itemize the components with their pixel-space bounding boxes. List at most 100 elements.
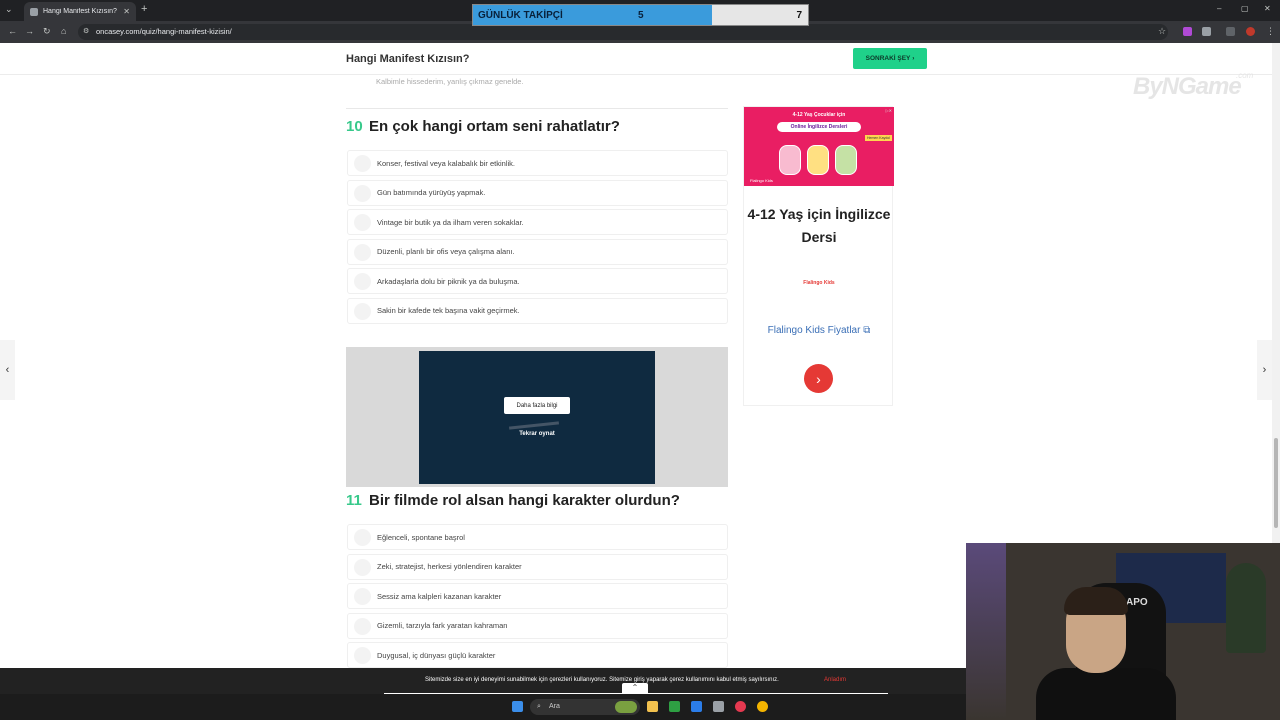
store-icon[interactable] (691, 701, 702, 712)
ad-link[interactable]: Flalingo Kids Fiyatlar ⧉ (744, 325, 894, 336)
answer-label: Duygusal, iç dünyası güçlü karakter (377, 650, 496, 660)
answer-option[interactable]: Vintage bir butik ya da ilham veren soka… (347, 209, 728, 235)
answer-option[interactable]: Arkadaşlarla dolu bir piknik ya da buluş… (347, 268, 728, 294)
next-arrow-icon[interactable]: › (1257, 340, 1272, 400)
ad-child-photo (779, 145, 801, 175)
omnibox[interactable]: ⚙ oncasey.com/quiz/hangi-manifest-kizisi… (78, 24, 1168, 40)
radio-circle[interactable] (354, 214, 371, 231)
app-icon[interactable] (713, 701, 724, 712)
tab-title: Hangi Manifest Kızısın? – Oncasey (43, 8, 118, 15)
ad-child-photo (807, 145, 829, 175)
active-tab[interactable]: Hangi Manifest Kızısın? – Oncasey ✕ (24, 2, 136, 21)
answer-option[interactable]: Gün batımında yürüyüş yapmak. (347, 179, 728, 206)
new-tab-icon[interactable]: + (141, 3, 147, 15)
radio-circle[interactable] (354, 617, 371, 635)
extension-icon[interactable] (1183, 27, 1192, 36)
radio-circle[interactable] (354, 529, 371, 546)
answer-label: Sakin bir kafede tek başına vakit geçirm… (377, 306, 520, 315)
external-link-icon: ⧉ (863, 325, 871, 336)
site-info-icon[interactable]: ⚙ (83, 27, 89, 35)
video-player[interactable]: Daha fazla bilgi Tekrar oynat (419, 351, 655, 484)
answer-option[interactable]: Zeki, stratejist, herkesi yönlendiren ka… (347, 553, 728, 580)
daily-follower-goal: GÜNLÜK TAKİPÇİ 5 7 (472, 4, 809, 26)
ad-banner-tag: Hemen Kaydol (865, 135, 892, 141)
sidebar-ad[interactable]: ▷✕ 4-12 Yaş Çocuklar için Online İngiliz… (743, 106, 894, 406)
radio-circle[interactable] (354, 647, 371, 664)
previous-arrow-icon[interactable]: ‹ (0, 340, 15, 400)
radio-circle[interactable] (354, 155, 371, 172)
taskbar-search-label: Ara (549, 703, 560, 710)
more-info-button[interactable]: Daha fazla bilgi (504, 397, 570, 414)
answer-label: Sessiz ama kalpleri kazanan karakter (377, 591, 502, 601)
spreadsheet-icon[interactable] (669, 701, 680, 712)
close-tab-icon[interactable]: ✕ (123, 7, 130, 16)
answer-label: Gün batımında yürüyüş yapmak. (377, 188, 486, 197)
radio-circle[interactable] (354, 558, 371, 576)
answer-option[interactable]: Eğlenceli, spontane başrol (347, 524, 728, 550)
previous-question-option[interactable]: Kalbimle hissederim, yanlış çıkmaz genel… (376, 77, 524, 86)
maximize-icon[interactable]: ▢ (1241, 4, 1249, 13)
forward-icon[interactable]: → (25, 26, 34, 36)
question-11-options: Eğlenceli, spontane başrol Zeki, stratej… (347, 524, 728, 672)
tab-search-icon[interactable]: ⌄ (5, 4, 13, 15)
chrome-menu-icon[interactable]: ⋮ (1266, 26, 1275, 37)
scrollbar-thumb[interactable] (1274, 438, 1278, 528)
answer-option[interactable]: Sessiz ama kalpleri kazanan karakter (347, 583, 728, 609)
profile-avatar-icon[interactable] (1246, 27, 1255, 36)
replay-divider (508, 421, 560, 430)
url-text: oncasey.com/quiz/hangi-manifest-kizisin/ (96, 27, 232, 36)
cookie-text: Sitemizde size en iyi deneyimi sunabilme… (425, 677, 779, 683)
answer-label: Konser, festival veya kalabalık bir etki… (377, 158, 515, 168)
answer-option[interactable]: Duygusal, iç dünyası güçlü karakter (347, 642, 728, 668)
search-highlight-icon (615, 701, 637, 713)
minimize-icon[interactable]: – (1217, 4, 1221, 13)
media-app-icon[interactable] (735, 701, 746, 712)
ad-banner-logo: Flalingo Kids (750, 178, 773, 183)
question-divider (346, 108, 728, 109)
question-title: En çok hangi ortam seni rahatlatır? (369, 118, 620, 135)
home-icon[interactable]: ⌂ (61, 26, 66, 36)
replay-button[interactable]: Tekrar oynat (419, 431, 655, 437)
radio-circle[interactable] (354, 184, 371, 202)
ad-headline[interactable]: 4-12 Yaş için İngilizce Dersi (744, 203, 894, 249)
chevron-up-icon[interactable]: ⌃ (622, 683, 648, 693)
search-icon: ⌕ (537, 703, 541, 710)
extensions-puzzle-icon[interactable] (1202, 27, 1211, 36)
radio-circle[interactable] (354, 588, 371, 605)
radio-circle[interactable] (354, 273, 371, 290)
file-explorer-icon[interactable] (647, 701, 658, 712)
answer-option[interactable]: Sakin bir kafede tek başına vakit geçirm… (347, 297, 728, 324)
tab-favicon-icon (30, 7, 38, 16)
ad-arrow-button[interactable]: › (804, 364, 833, 393)
question-title: Bir filmde rol alsan hangi karakter olur… (369, 492, 680, 509)
cookie-accept-button[interactable]: Anladım (824, 677, 846, 683)
next-button-label: SONRAKİ ŞEY (865, 55, 911, 62)
radio-circle[interactable] (354, 243, 371, 261)
ad-banner-image[interactable]: ▷✕ 4-12 Yaş Çocuklar için Online İngiliz… (744, 107, 894, 186)
radio-circle[interactable] (354, 302, 371, 320)
chrome-icon[interactable] (757, 701, 768, 712)
webcam-background-tree (1226, 563, 1266, 653)
follower-goal: 7 (796, 10, 802, 21)
next-quiz-button[interactable]: SONRAKİ ŞEY › (853, 48, 927, 69)
answer-label: Gizemli, tarzıyla fark yaratan kahraman (377, 621, 508, 630)
bookmark-star-icon[interactable]: ☆ (1158, 26, 1166, 37)
answer-option[interactable]: Düzenli, planlı bir ofis veya çalışma al… (347, 238, 728, 265)
back-icon[interactable]: ← (8, 26, 17, 36)
webcam-person-body (1036, 668, 1176, 720)
close-window-icon[interactable]: ✕ (1264, 4, 1271, 13)
quiz-sticky-header: Hangi Manifest Kızısın? SONRAKİ ŞEY › (0, 43, 1272, 75)
reload-icon[interactable]: ↻ (43, 26, 51, 37)
downloads-icon[interactable] (1226, 27, 1235, 36)
webcam-chair-logo: APO (1126, 597, 1148, 608)
taskbar-search[interactable]: ⌕ Ara (530, 699, 640, 715)
page-scrollbar[interactable] (1272, 43, 1280, 543)
start-menu-icon[interactable] (512, 701, 523, 712)
answer-option[interactable]: Konser, festival veya kalabalık bir etki… (347, 150, 728, 176)
video-ad[interactable]: Daha fazla bilgi Tekrar oynat (346, 347, 728, 487)
answer-option[interactable]: Gizemli, tarzıyla fark yaratan kahraman (347, 612, 728, 639)
answer-label: Eğlenceli, spontane başrol (377, 532, 465, 542)
page-title: Hangi Manifest Kızısın? (346, 53, 470, 65)
ad-banner-line1: 4-12 Yaş Çocuklar için (792, 112, 846, 118)
ad-brand-logo: Flalingo Kids (803, 280, 835, 286)
